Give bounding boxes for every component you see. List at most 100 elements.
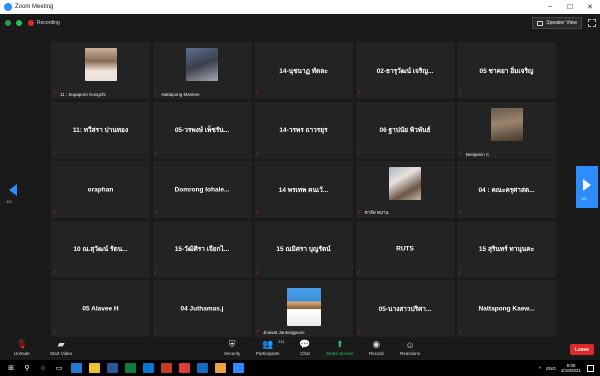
participant-name: 05 ชาคยา อิ่มเจริญ — [479, 67, 534, 75]
participant-tile[interactable]: oraphan ⁄ — [51, 161, 150, 218]
search-icon[interactable]: ⚲ — [22, 363, 32, 373]
participant-name: 05-วรพงษ์ เพ็ชรัน... — [174, 127, 230, 134]
participant-tile[interactable]: ⁄ Jirawat Jantongpoon — [254, 280, 353, 337]
participant-tile[interactable]: ⁄ Benjamin C — [457, 101, 556, 159]
os-taskbar: ⊞ ⚲ ○ ▭ ^ ENG 9:00 3/18/2021 — [0, 360, 600, 376]
participants-icon: 👥 — [262, 339, 274, 349]
participant-tile[interactable]: 04 : คณะครุศาสต... ⁄ — [457, 161, 556, 218]
participant-video — [389, 167, 421, 200]
participant-tile[interactable]: 11: ทวีสรา ปานทอง ⁄ — [51, 101, 150, 159]
edge-icon[interactable] — [71, 363, 82, 373]
mic-muted-icon: ⁄ — [460, 329, 461, 335]
participant-name: 05 Alavee H — [82, 305, 119, 312]
notification-icon[interactable] — [587, 364, 594, 372]
language-indicator[interactable]: ENG — [546, 366, 556, 371]
unmute-button[interactable]: 🎙 Unmute — [14, 339, 30, 356]
participant-label: 11 : Supaporn Kongchi — [60, 92, 106, 97]
share-screen-button[interactable]: ⬆ Share Screen — [326, 339, 354, 356]
mail-icon[interactable] — [143, 363, 154, 373]
security-button[interactable]: ⛨ Security — [224, 339, 240, 356]
participant-video — [84, 48, 117, 81]
chat-button[interactable]: 💬 Chat — [298, 339, 312, 356]
record-label: Record — [369, 351, 384, 356]
minimize-button[interactable]: – — [540, 3, 560, 11]
zoom-taskbar-icon[interactable] — [233, 363, 244, 373]
mic-muted-icon: ⁄ — [155, 150, 157, 157]
previous-page-button[interactable]: 1/2 — [6, 168, 22, 210]
cortana-icon[interactable]: ○ — [38, 363, 48, 373]
participant-name: 04 Juthamas.j — [180, 305, 224, 312]
fullscreen-icon[interactable] — [588, 19, 596, 27]
participant-tile[interactable]: 14-นุชนาฏ ทัดละ ⁄ — [254, 42, 353, 99]
participant-tile[interactable]: 14 พรเทพ คนเว้... ⁄ — [254, 161, 353, 218]
pdf-icon[interactable] — [179, 363, 190, 373]
mic-muted-icon: ⁄ — [257, 269, 258, 276]
reactions-icon: ☺ — [405, 339, 415, 350]
participant-tile[interactable]: 14-วรพร ถาวรยุร ⁄ — [254, 101, 353, 159]
participant-tile[interactable]: 02-ธารุวัฒน์ เจริญ... ⁄ — [355, 42, 455, 99]
mic-muted-icon: ⁄ — [257, 329, 258, 335]
participant-tile[interactable]: ⁄ Nattapong Mankee — [152, 42, 252, 99]
meeting-info-icon[interactable] — [5, 20, 11, 26]
participant-tile[interactable]: RUTS ⁄ — [355, 220, 455, 278]
task-view-icon[interactable]: ▭ — [54, 363, 64, 373]
record-button[interactable]: ◉ Record — [369, 339, 384, 356]
mic-muted-icon: ⁄ — [460, 91, 461, 97]
start-video-button[interactable]: ▰ Start Video — [50, 339, 72, 356]
mic-muted-icon: ⁄ — [460, 269, 461, 276]
clock[interactable]: 9:00 3/18/2021 — [561, 363, 581, 373]
participant-tile[interactable]: ⁄ ชาลิต คมาน — [355, 161, 455, 218]
participant-name: oraphan — [87, 186, 114, 193]
participant-tile[interactable]: 05-วรพงษ์ เพ็ชรัน... ⁄ — [152, 101, 252, 159]
encryption-shield-icon[interactable] — [16, 20, 22, 26]
participant-tile[interactable]: 15 สุรินทร์ ทานุนคะ ⁄ — [457, 220, 556, 278]
system-tray: ^ ENG 9:00 3/18/2021 — [539, 363, 594, 373]
mic-muted-icon: ⁄ — [358, 91, 360, 97]
outlook-icon[interactable] — [197, 363, 208, 373]
chat-icon: 💬 — [299, 339, 311, 349]
speaker-view-button[interactable]: Speaker View — [532, 17, 582, 29]
leave-button[interactable]: Leave — [570, 344, 594, 355]
mic-muted-icon: ⁄ — [155, 329, 157, 335]
participant-tile[interactable]: 15 ณมิศรา บุญรัตน์ ⁄ — [254, 220, 353, 278]
chrome-icon[interactable] — [215, 363, 226, 373]
tray-chevron-icon[interactable]: ^ — [539, 366, 541, 371]
close-button[interactable]: ✕ — [580, 3, 600, 11]
participant-tile[interactable]: 10 ณ.สุวัฒน์ รัตน... ⁄ — [51, 220, 150, 278]
next-page-button[interactable]: 1/2 — [576, 166, 598, 208]
shield-icon: ⛨ — [228, 339, 236, 349]
start-video-label: Start Video — [50, 351, 73, 356]
participant-tile[interactable]: 05-นางสาวปริศา... ⁄ — [355, 280, 455, 337]
participant-tile[interactable]: 15-วัฒิศิรา เจียกไ... ⁄ — [152, 220, 252, 278]
excel-icon[interactable] — [125, 363, 136, 373]
participants-button[interactable]: 👥 231 Participants — [256, 339, 285, 356]
mic-muted-icon: ⁄ — [358, 210, 360, 216]
grid-icon — [537, 20, 544, 26]
participant-name: 15 สุรินทร์ ทานุนคะ — [478, 246, 535, 253]
participant-name: Domrong Iohale... — [174, 186, 230, 193]
share-screen-icon: ⬆ — [335, 339, 344, 349]
participant-tile[interactable]: 06 ฐาปนัย พิวพันธ์ ⁄ — [355, 101, 455, 159]
word-icon[interactable] — [107, 363, 118, 373]
window-titlebar: Zoom Meeting – ☐ ✕ — [0, 0, 600, 14]
meeting-topbar: Recording Speaker View — [0, 14, 600, 32]
powerpoint-icon[interactable] — [161, 363, 172, 373]
mic-muted-icon: ⁄ — [460, 150, 461, 157]
participant-tile[interactable]: Domrong Iohale... ⁄ — [152, 161, 252, 218]
mic-muted-icon: ⁄ — [358, 329, 360, 335]
maximize-button[interactable]: ☐ — [560, 3, 580, 11]
windows-start-icon[interactable]: ⊞ — [6, 363, 16, 373]
file-explorer-icon[interactable] — [89, 363, 100, 373]
mic-muted-icon: ⁄ — [358, 150, 360, 157]
gallery-grid: ⁄ 11 : Supaporn Kongchi ⁄ Nattapong Mankee 1… — [51, 42, 556, 337]
participants-label: Participants — [256, 351, 280, 356]
participant-tile[interactable]: 05 ชาคยา อิ่มเจริญ ⁄ — [457, 42, 556, 99]
participant-tile[interactable]: ⁄ 11 : Supaporn Kongchi — [51, 42, 150, 99]
reactions-button[interactable]: ☺ Reactions — [400, 339, 420, 357]
clock-date: 3/18/2021 — [560, 368, 581, 373]
participant-tile[interactable]: 05 Alavee H ⁄ — [51, 280, 150, 337]
chevron-right-icon — [583, 179, 591, 191]
chevron-left-icon — [9, 184, 17, 196]
participant-tile[interactable]: 04 Juthamas.j ⁄ — [152, 280, 252, 337]
participant-tile[interactable]: Nattapong Kaew... ⁄ — [457, 280, 556, 337]
